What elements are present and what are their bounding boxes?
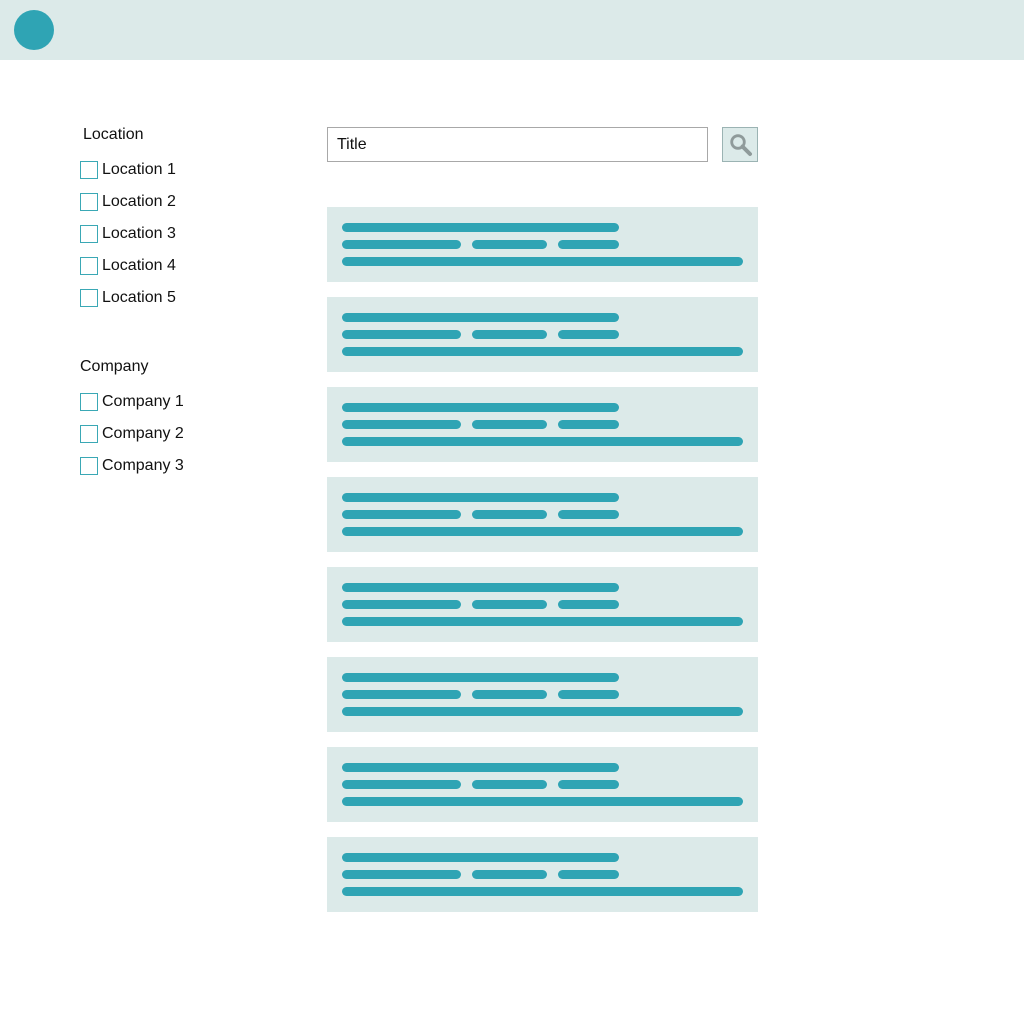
location-option-5[interactable]: Location 5 [80,282,176,314]
company-option-2[interactable]: Company 2 [80,418,184,450]
location-option-label[interactable]: Location 1 [102,161,176,179]
location-5-checkbox[interactable] [80,289,98,307]
result-meta-placeholder [558,690,619,699]
result-meta-placeholder [472,780,547,789]
location-option-label[interactable]: Location 3 [102,225,176,243]
result-title-placeholder [342,403,619,412]
result-title-placeholder [342,673,619,682]
result-meta-placeholder [558,870,619,879]
location-3-checkbox[interactable] [80,225,98,243]
result-title-placeholder [342,853,619,862]
company-filter: Company Company 1 Company 2 Company 3 [80,357,184,482]
location-option-4[interactable]: Location 4 [80,250,176,282]
result-card[interactable] [327,657,758,732]
result-card[interactable] [327,477,758,552]
result-meta-placeholder [558,240,619,249]
result-card[interactable] [327,207,758,282]
location-1-checkbox[interactable] [80,161,98,179]
avatar[interactable] [14,10,54,50]
result-meta-placeholder [472,870,547,879]
result-meta-placeholder [472,510,547,519]
result-meta-placeholder [342,510,461,519]
result-title-placeholder [342,763,619,772]
location-filter: Location Location 1 Location 2 Location … [80,125,176,314]
result-title-placeholder [342,313,619,322]
result-description-placeholder [342,347,743,356]
result-meta-placeholder [558,330,619,339]
result-title-placeholder [342,493,619,502]
result-description-placeholder [342,437,743,446]
result-description-placeholder [342,257,743,266]
location-option-1[interactable]: Location 1 [80,154,176,186]
results-list [327,207,758,927]
search-button[interactable] [722,127,758,162]
result-card[interactable] [327,387,758,462]
result-meta-placeholder [342,690,461,699]
result-card[interactable] [327,837,758,912]
result-meta-placeholder [342,330,461,339]
result-card[interactable] [327,567,758,642]
location-4-checkbox[interactable] [80,257,98,275]
result-title-placeholder [342,583,619,592]
location-option-label[interactable]: Location 5 [102,289,176,307]
result-title-placeholder [342,223,619,232]
result-meta-placeholder [342,420,461,429]
location-filter-title: Location [83,126,144,143]
company-option-3[interactable]: Company 3 [80,450,184,482]
result-meta-placeholder [342,600,461,609]
company-option-1[interactable]: Company 1 [80,386,184,418]
result-meta-placeholder [472,420,547,429]
result-card[interactable] [327,747,758,822]
result-meta-placeholder [472,240,547,249]
location-option-label[interactable]: Location 4 [102,257,176,275]
location-option-3[interactable]: Location 3 [80,218,176,250]
result-description-placeholder [342,617,743,626]
result-meta-placeholder [558,420,619,429]
result-description-placeholder [342,797,743,806]
company-1-checkbox[interactable] [80,393,98,411]
result-meta-placeholder [472,600,547,609]
result-meta-placeholder [558,600,619,609]
search-icon [730,134,752,156]
result-meta-placeholder [342,240,461,249]
company-3-checkbox[interactable] [80,457,98,475]
company-filter-title: Company [80,358,149,375]
company-option-label[interactable]: Company 2 [102,425,184,443]
result-card[interactable] [327,297,758,372]
result-description-placeholder [342,527,743,536]
result-meta-placeholder [558,510,619,519]
result-meta-placeholder [558,780,619,789]
company-option-label[interactable]: Company 1 [102,393,184,411]
result-description-placeholder [342,887,743,896]
top-bar [0,0,1024,60]
result-meta-placeholder [342,870,461,879]
location-2-checkbox[interactable] [80,193,98,211]
company-2-checkbox[interactable] [80,425,98,443]
company-option-label[interactable]: Company 3 [102,457,184,475]
result-meta-placeholder [342,780,461,789]
result-meta-placeholder [472,330,547,339]
result-meta-placeholder [472,690,547,699]
result-description-placeholder [342,707,743,716]
search-input[interactable] [327,127,708,162]
location-option-2[interactable]: Location 2 [80,186,176,218]
location-option-label[interactable]: Location 2 [102,193,176,211]
